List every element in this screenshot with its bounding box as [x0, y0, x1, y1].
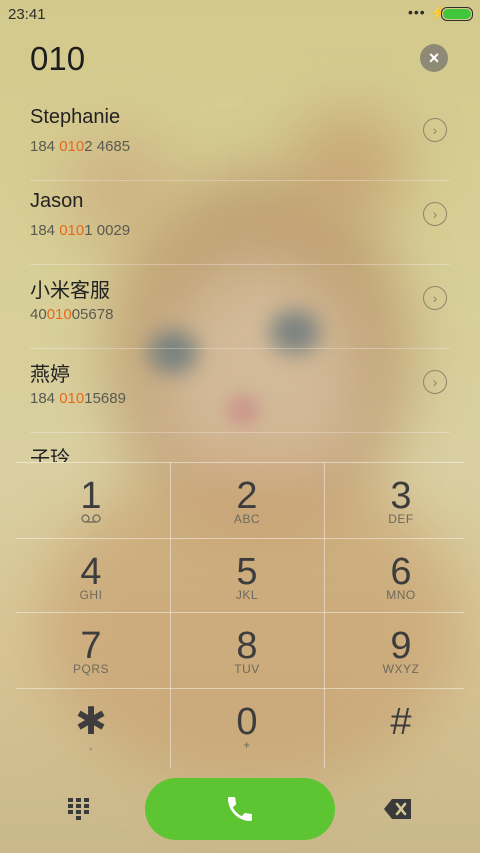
contact-name: Jason [30, 190, 84, 212]
voicemail-icon [14, 512, 168, 526]
key-7[interactable]: 7 PQRS [14, 612, 168, 690]
key-hash[interactable]: # [324, 688, 478, 766]
contact-number: 184 0102 4685 [30, 138, 131, 155]
status-bar: 23:41 ••• ⚡ [0, 0, 480, 28]
phone-icon [228, 797, 252, 821]
dial-keypad: 1 2 ABC 3 DEF 4 GHI 5 JKL 6 MNO 7 PQRS 8 TUV 9W… [0, 462, 480, 778]
contact-row[interactable]: 燕婷 184 01015689 › [30, 348, 450, 433]
contact-number: 184 01015689 [30, 390, 126, 407]
contact-row[interactable]: Jason 184 0101 0029 › [30, 180, 450, 265]
key-8[interactable]: 8 TUV [170, 612, 324, 690]
clear-icon[interactable]: × [420, 44, 448, 72]
battery-icon [441, 7, 473, 21]
keypad-toggle-icon[interactable] [68, 798, 90, 820]
contact-name: 小米客服 [30, 280, 110, 302]
chevron-right-icon[interactable]: › [423, 370, 447, 394]
contact-name: 子玲 [30, 448, 70, 462]
chevron-right-icon[interactable]: › [423, 286, 447, 310]
key-star[interactable]: ✱, [14, 688, 168, 766]
chevron-right-icon[interactable]: › [423, 202, 447, 226]
contact-row[interactable]: 小米客服 4001005678 › [30, 264, 450, 349]
key-1[interactable]: 1 [14, 462, 168, 540]
key-9[interactable]: 9 WXYZ [324, 612, 478, 690]
contact-number: 4001005678 [30, 306, 114, 323]
key-4[interactable]: 4 GHI [14, 538, 168, 616]
key-0[interactable]: 0 + [170, 688, 324, 766]
signal-icon: ••• [408, 4, 426, 20]
status-time: 23:41 [8, 6, 46, 23]
key-5[interactable]: 5 JKL [170, 538, 324, 616]
chevron-right-icon[interactable]: › [423, 118, 447, 142]
contact-row[interactable]: Stephanie 184 0102 4685 › [30, 96, 450, 181]
contact-row[interactable]: 子玲 [30, 432, 450, 462]
key-6[interactable]: 6 MNO [324, 538, 478, 616]
contact-name: 燕婷 [30, 364, 70, 386]
key-3[interactable]: 3 DEF [324, 462, 478, 540]
backspace-icon[interactable] [383, 797, 413, 821]
key-2[interactable]: 2 ABC [170, 462, 324, 540]
contact-number: 184 0101 0029 [30, 222, 131, 239]
call-button[interactable] [145, 778, 335, 840]
contact-name: Stephanie [30, 106, 121, 128]
dialed-number: 010 [30, 40, 86, 77]
